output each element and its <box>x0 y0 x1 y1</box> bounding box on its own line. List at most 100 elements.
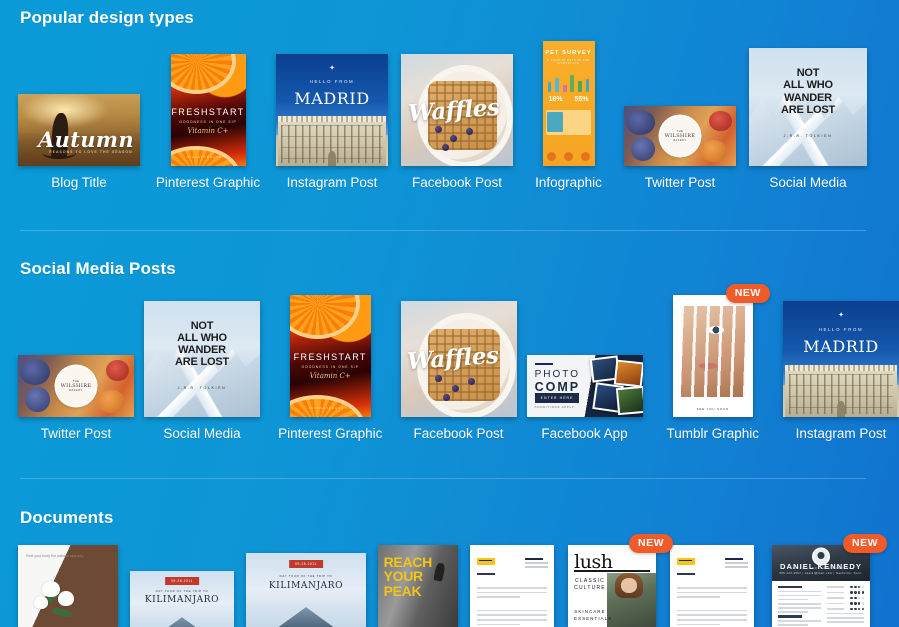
thumbnail-twitter-post[interactable]: THE WILSHIRE BAKERY <box>624 106 736 166</box>
card-document-resume[interactable]: NEW DANIEL KENNEDY SENIOR LANDSCAPE MANA… <box>772 534 887 627</box>
thumbnail-letter-2[interactable] <box>670 545 754 627</box>
palace-door <box>327 150 337 166</box>
card-label: Social Media <box>769 175 847 190</box>
thumb-wrap[interactable]: THE WILSHIRE BAKERY <box>624 106 736 166</box>
thumbnail-letter-1[interactable] <box>470 545 554 627</box>
wander-quote: NOT ALL WHO WANDER ARE LOST <box>749 67 867 116</box>
kili-subtitle: DAY TOUR OF THE TRIP TO <box>279 574 333 579</box>
photocomp-line-1: PHOTO <box>534 368 580 380</box>
thumb-wrap[interactable]: NEW DANIEL KENNEDY SENIOR LANDSCAPE MANA… <box>772 534 887 627</box>
card-instagram-post[interactable]: ✦ HELLO FROM MADRID Instagram Post <box>276 54 388 190</box>
card-pinterest-graphic[interactable]: FRESHSTART GOODNESS IN ONE SIP Vitamin C… <box>153 54 263 190</box>
card-facebook-app[interactable]: PHOTO COMP ENTER HERE CONDITIONS APPLY F… <box>526 355 643 441</box>
card-document-kilimanjaro-2[interactable]: 09.28.2011 DAY TOUR OF THE TRIP TO KILIM… <box>246 545 366 627</box>
card-document-spa[interactable]: Rest your body the yahana spa way. <box>18 545 118 627</box>
thumbnail-resume[interactable]: DANIEL KENNEDY SENIOR LANDSCAPE MANAGER … <box>772 545 870 627</box>
thumb-wrap[interactable]: FRESHSTART GOODNESS IN ONE SIP Vitamin C… <box>170 54 246 166</box>
card-twitter-post-2[interactable]: THE WILSHIRE BAKERY Twitter Post <box>18 355 134 441</box>
thumb-wrap[interactable]: ✦ HELLO FROM MADRID <box>783 301 899 417</box>
thumb-wrap[interactable]: THE WILSHIRE BAKERY <box>18 355 134 417</box>
thumb-wrap[interactable]: NOT ALL WHO WANDER ARE LOST J.R.R. TOLKI… <box>144 301 260 417</box>
thumbnail-instagram-post-2[interactable]: ✦ HELLO FROM MADRID <box>783 301 899 417</box>
thumbnail-tumblr-graphic[interactable]: SEE YOU SOON <box>672 295 753 417</box>
thumb-wrap[interactable]: Waffles <box>401 54 513 166</box>
thumb-wrap[interactable]: 09.28.2011 DAY TOUR OF THE TRIP TO KILIM… <box>246 553 366 627</box>
thumb-wrap[interactable]: NEW SEE YOU SOON <box>672 284 770 417</box>
artwork-wander-quote: NOT ALL WHO WANDER ARE LOST J.R.R. TOLKI… <box>144 301 260 417</box>
new-badge: NEW <box>843 534 887 553</box>
thumb-wrap[interactable]: REACH YOUR PEAK <box>378 545 458 627</box>
card-facebook-post[interactable]: Waffles Facebook Post <box>401 54 513 190</box>
thumb-wrap[interactable]: NEW lush CLASSIC CULTURE SKINCARE ESSENT… <box>568 534 673 627</box>
info-icon-row <box>543 152 595 161</box>
card-social-media-2[interactable]: NOT ALL WHO WANDER ARE LOST J.R.R. TOLKI… <box>144 301 260 441</box>
thumb-wrap[interactable]: PET SURVEY A LOOK AT PETS IN THE WORKPLA… <box>542 41 595 166</box>
thumbnail-pinterest-graphic[interactable]: FRESHSTART GOODNESS IN ONE SIP Vitamin C… <box>170 54 246 166</box>
star-icon: ✦ <box>329 65 335 73</box>
info-title: PET SURVEY <box>545 49 592 56</box>
thumb-wrap[interactable]: PHOTO COMP ENTER HERE CONDITIONS APPLY <box>526 355 643 417</box>
thumbnail-blog-title[interactable]: Autumn REASONS TO LOVE THE SEASON <box>18 94 140 166</box>
card-document-letter-1[interactable] <box>470 545 554 627</box>
thumb-wrap[interactable]: ✦ HELLO FROM MADRID <box>276 54 388 166</box>
thumbnail-twitter-post-2[interactable]: THE WILSHIRE BAKERY <box>18 355 134 417</box>
thumbnail-social-media-2[interactable]: NOT ALL WHO WANDER ARE LOST J.R.R. TOLKI… <box>144 301 260 417</box>
artwork-autumn: Autumn REASONS TO LOVE THE SEASON <box>18 94 140 166</box>
thumb-wrap[interactable] <box>470 545 554 627</box>
card-blog-title[interactable]: Autumn REASONS TO LOVE THE SEASON Blog T… <box>18 94 140 190</box>
thumb-wrap[interactable]: Autumn REASONS TO LOVE THE SEASON <box>18 94 140 166</box>
autumn-subtitle: REASONS TO LOVE THE SEASON <box>49 150 133 155</box>
lush-photo <box>606 572 656 627</box>
thumbnail-pinterest-graphic-2[interactable]: FRESHSTART GOODNESS IN ONE SIP Vitamin C… <box>289 295 371 417</box>
artwork-resume: DANIEL KENNEDY SENIOR LANDSCAPE MANAGER … <box>772 545 870 627</box>
card-pinterest-graphic-2[interactable]: FRESHSTART GOODNESS IN ONE SIP Vitamin C… <box>270 295 391 441</box>
berry <box>450 134 458 142</box>
card-label: Infographic <box>535 175 602 190</box>
card-instagram-post-2[interactable]: ✦ HELLO FROM MADRID Instagram Post <box>783 301 899 441</box>
thumb-wrap[interactable]: 09.28.2011 DAY TOUR OF THE TRIP TO KILIM… <box>130 571 234 627</box>
fresh-subtitle: GOODNESS IN ONE SIP <box>179 119 237 124</box>
thumbnail-facebook-post[interactable]: Waffles <box>401 54 513 166</box>
card-document-lush[interactable]: NEW lush CLASSIC CULTURE SKINCARE ESSENT… <box>568 534 673 627</box>
thumbnail-spa-document[interactable]: Rest your body the yahana spa way. <box>18 545 118 627</box>
thumbnail-kilimanjaro-2[interactable]: 09.28.2011 DAY TOUR OF THE TRIP TO KILIM… <box>246 553 366 627</box>
rule <box>534 363 554 366</box>
card-infographic[interactable]: PET SURVEY A LOOK AT PETS IN THE WORKPLA… <box>526 41 611 190</box>
card-document-reach-your-peak[interactable]: REACH YOUR PEAK <box>378 545 458 627</box>
thumbnail-kilimanjaro-1[interactable]: 09.28.2011 DAY TOUR OF THE TRIP TO KILIM… <box>130 571 234 627</box>
card-twitter-post[interactable]: THE WILSHIRE BAKERY Twitter Post <box>624 106 736 190</box>
thumb-wrap[interactable]: NOT ALL WHO WANDER ARE LOST J.R.R. TOLKI… <box>749 48 867 166</box>
thumbnail-reach-your-peak[interactable]: REACH YOUR PEAK <box>378 545 458 627</box>
thumbnail-instagram-post[interactable]: ✦ HELLO FROM MADRID <box>276 54 388 166</box>
artwork-photo-comp: PHOTO COMP ENTER HERE CONDITIONS APPLY <box>526 355 643 417</box>
info-percentages: 16% 55% <box>543 96 595 103</box>
kili-peak <box>267 607 345 627</box>
fresh-title: FRESHSTART <box>293 352 367 363</box>
resume-role: SENIOR LANDSCAPE MANAGER <box>790 566 852 570</box>
artwork-infographic: PET SURVEY A LOOK AT PETS IN THE WORKPLA… <box>542 41 595 166</box>
photocomp-button: ENTER HERE <box>534 393 580 404</box>
card-facebook-post-2[interactable]: Waffles Facebook Post <box>400 301 517 441</box>
thumb-wrap[interactable]: Waffles <box>400 301 517 417</box>
thumbnail-infographic[interactable]: PET SURVEY A LOOK AT PETS IN THE WORKPLA… <box>542 41 595 166</box>
card-label: Instagram Post <box>795 426 887 441</box>
card-tumblr-graphic[interactable]: NEW SEE YOU SOON Tumblr Graphic <box>653 284 774 441</box>
thumbnail-facebook-post-2[interactable]: Waffles <box>400 301 517 417</box>
thumb-wrap[interactable]: Rest your body the yahana spa way. <box>18 545 118 627</box>
card-label: Pinterest Graphic <box>155 175 261 190</box>
thumb-wrap[interactable]: FRESHSTART GOODNESS IN ONE SIP Vitamin C… <box>289 295 371 417</box>
thumbnail-lush[interactable]: lush CLASSIC CULTURE SKINCARE ESSENTIALS <box>568 545 656 627</box>
info-subtitle: A LOOK AT PETS IN THE WORKPLACE <box>547 58 590 65</box>
berry <box>434 125 442 133</box>
card-document-letter-2[interactable] <box>670 545 754 627</box>
section-popular-design-types: Popular design types <box>0 8 899 28</box>
thumbnail-facebook-app[interactable]: PHOTO COMP ENTER HERE CONDITIONS APPLY <box>526 355 643 417</box>
card-document-kilimanjaro-1[interactable]: 09.28.2011 DAY TOUR OF THE TRIP TO KILIM… <box>130 545 234 627</box>
artwork-kilimanjaro: 09.28.2011 DAY TOUR OF THE TRIP TO KILIM… <box>246 553 366 627</box>
artwork-waffles: Waffles <box>400 301 517 417</box>
climber-silhouette <box>433 562 446 582</box>
thumbnail-social-media[interactable]: NOT ALL WHO WANDER ARE LOST J.R.R. TOLKI… <box>749 48 867 166</box>
card-social-media[interactable]: NOT ALL WHO WANDER ARE LOST J.R.R. TOLKI… <box>749 48 867 190</box>
thumb-wrap[interactable] <box>670 545 754 627</box>
card-label: Twitter Post <box>644 175 716 190</box>
